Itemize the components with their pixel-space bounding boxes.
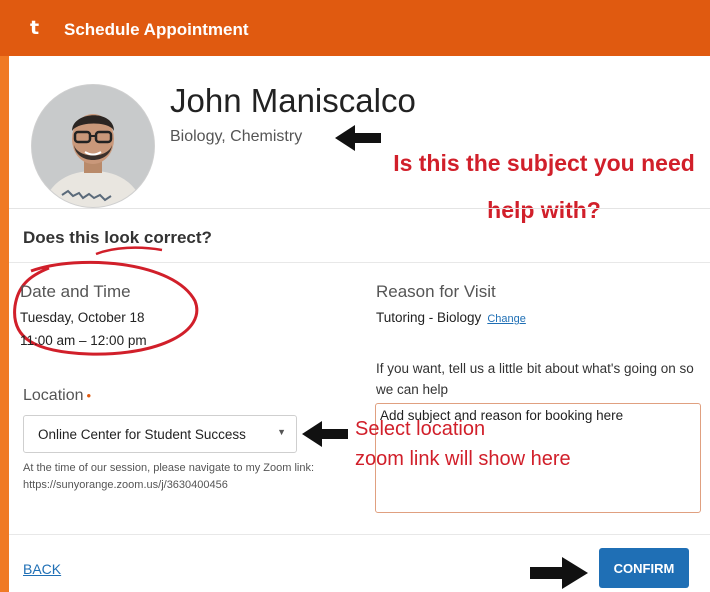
back-link[interactable]: BACK [23, 561, 61, 577]
appointment-time: 11:00 am – 12:00 pm [20, 333, 147, 348]
change-reason-link[interactable]: Change [487, 313, 526, 325]
location-selected-value: Online Center for Student Success [38, 427, 246, 442]
annotation-circle [13, 260, 199, 356]
reason-label: Reason for Visit [376, 282, 496, 301]
page-title: Schedule Appointment [64, 20, 249, 39]
location-help-text: At the time of our session, please navig… [23, 462, 315, 491]
location-label: Location • [23, 387, 91, 405]
reason-value: Tutoring - Biology Change [376, 310, 526, 325]
arrow-left-icon [335, 125, 381, 151]
divider [9, 208, 710, 209]
zoom-callout: zoom link will show here [355, 448, 571, 470]
confirm-button[interactable]: CONFIRM [599, 548, 689, 588]
avatar-photo [32, 85, 154, 207]
location-label-text: Location [23, 387, 84, 404]
subject-callout: Is this the subject you need help with? [384, 140, 704, 234]
app-logo-icon: t [30, 17, 40, 39]
reason-text: Tutoring - Biology [376, 310, 482, 325]
divider [9, 534, 710, 535]
reason-prompt: If you want, tell us a little bit about … [376, 361, 694, 397]
location-callout: Select location [355, 418, 486, 440]
tutor-name: John Maniscalco [170, 82, 416, 119]
date-time-label: Date and Time [20, 282, 131, 301]
avatar [31, 84, 155, 208]
app-header: t Schedule Appointment [0, 0, 710, 56]
arrow-right-icon [530, 557, 588, 589]
arrow-left-icon [302, 421, 348, 447]
tutor-subjects: Biology, Chemistry [170, 128, 303, 145]
appointment-card: John Maniscalco Biology, Chemistry Is th… [9, 56, 710, 592]
required-mark: • [86, 388, 92, 403]
caret-down-icon: ▼ [277, 427, 286, 437]
location-select[interactable]: Online Center for Student Success ▼ [23, 415, 297, 453]
appointment-date: Tuesday, October 18 [20, 310, 145, 325]
